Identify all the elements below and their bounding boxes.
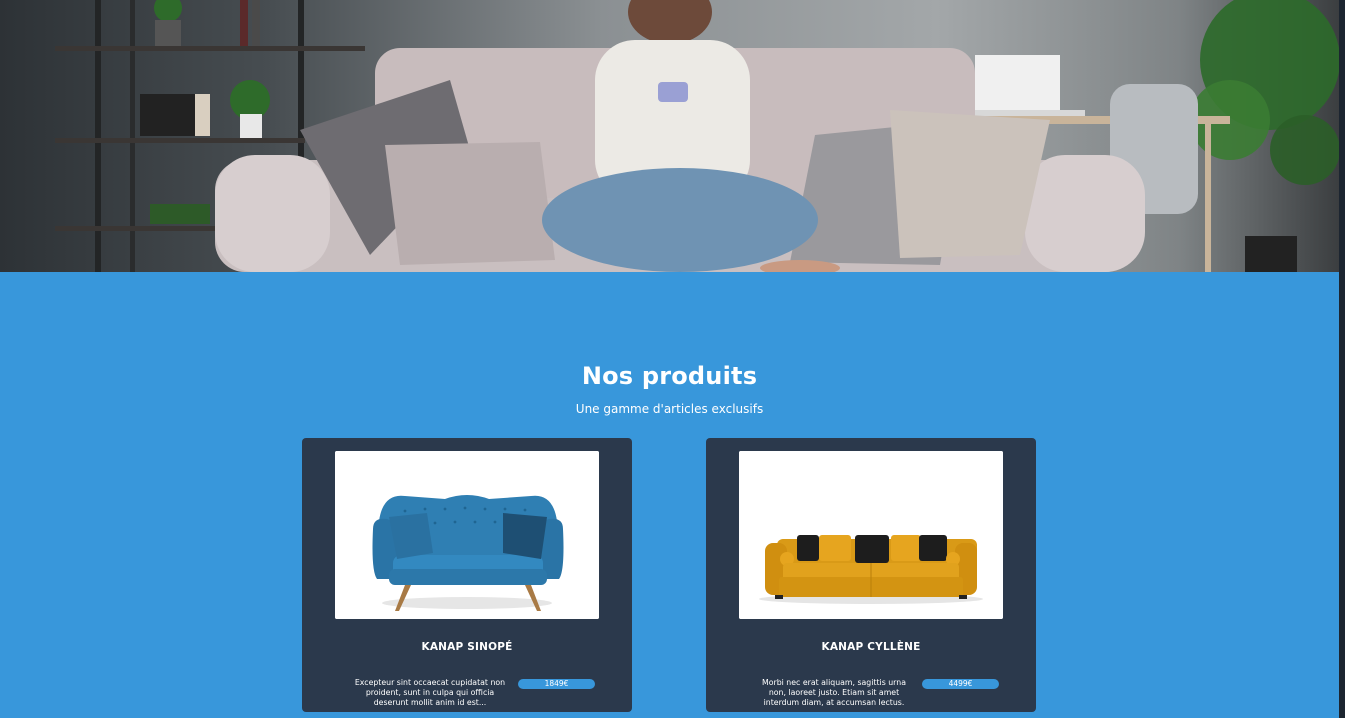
product-card-cyllene[interactable]: KANAP CYLLÈNE Morbi nec erat aliquam, sa… (706, 438, 1036, 712)
sofa-image-svg (335, 451, 599, 619)
product-name[interactable]: KANAP CYLLÈNE (706, 641, 1036, 653)
products-title: Nos produits (581, 361, 758, 390)
product-description: Excepteur sint occaecat cupidatat non pr… (354, 677, 506, 707)
product-card-sinope[interactable]: KANAP SINOPÉ Excepteur sint occaecat cup… (302, 438, 632, 712)
product-price: 1849€ (518, 679, 595, 689)
products-subtitle: Une gamme d'articles exclusifs (575, 402, 764, 416)
products-section: Nos produits Une gamme d'articles exclus… (0, 272, 1339, 718)
product-name[interactable]: KANAP SINOPÉ (302, 641, 632, 653)
product-price: 4499€ (922, 679, 999, 689)
product-description: Morbi nec erat aliquam, sagittis urna no… (762, 677, 906, 707)
living-room-photo (0, 0, 1339, 272)
sofa-image-svg (739, 451, 1003, 619)
page: Nos produits Une gamme d'articles exclus… (0, 0, 1345, 718)
page-scrollbar[interactable] (1339, 0, 1345, 718)
hero-banner (0, 0, 1339, 272)
yellow-sofa-image[interactable] (739, 451, 1003, 619)
blue-sofa-image[interactable] (335, 451, 599, 619)
